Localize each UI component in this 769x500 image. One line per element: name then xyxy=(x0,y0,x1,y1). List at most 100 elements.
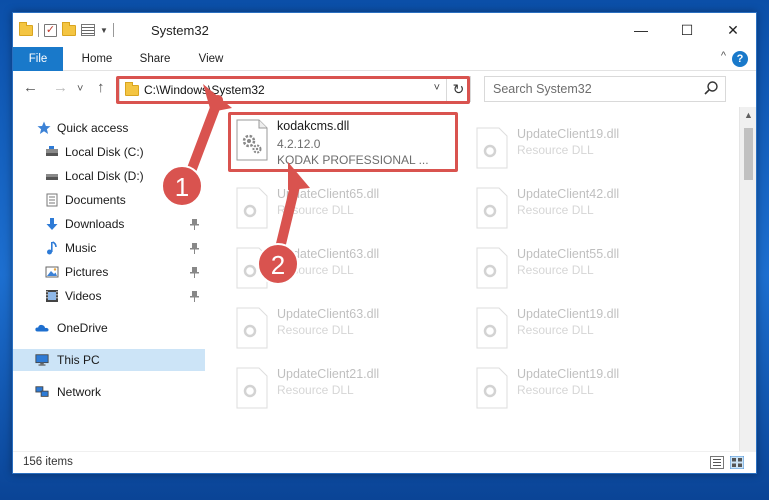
minimize-button[interactable]: — xyxy=(618,13,664,47)
drive-icon xyxy=(46,174,58,180)
file-type: Resource DLL xyxy=(517,323,594,337)
music-icon xyxy=(47,241,57,255)
help-icon[interactable]: ? xyxy=(732,51,748,67)
computer-icon xyxy=(35,354,49,366)
pin-icon[interactable] xyxy=(190,261,199,287)
sidebar-item-label: Local Disk (C:) xyxy=(65,145,144,159)
file-name: UpdateClient19.dll xyxy=(517,307,620,321)
close-button[interactable]: ✕ xyxy=(710,13,756,47)
file-item[interactable]: UpdateClient63.dll Resource DLL xyxy=(233,241,463,297)
scroll-thumb[interactable] xyxy=(744,128,753,180)
sidebar-item-onedrive[interactable]: OneDrive xyxy=(13,317,205,339)
sidebar-item-label: Pictures xyxy=(65,265,109,279)
sidebar-item-videos[interactable]: Videos xyxy=(13,285,205,307)
dll-file-icon xyxy=(476,307,508,349)
sidebar-item-downloads[interactable]: Downloads xyxy=(13,213,205,235)
toolbar-separator xyxy=(38,23,39,37)
sidebar-item-pictures[interactable]: Pictures xyxy=(13,261,205,283)
sidebar-item-local-disk-c[interactable]: Local Disk (C:) xyxy=(13,141,205,163)
search-icon[interactable] xyxy=(703,80,719,96)
file-item[interactable]: UpdateClient42.dll Resource DLL xyxy=(473,181,703,237)
file-item[interactable]: UpdateClient65.dll Resource DLL xyxy=(233,181,463,237)
ribbon-tabs: File Home Share View ^ ? xyxy=(13,47,756,71)
collapse-ribbon-icon[interactable]: ^ xyxy=(721,50,726,62)
window-controls: — ☐ ✕ xyxy=(618,13,756,47)
file-name: UpdateClient55.dll xyxy=(517,247,620,261)
tab-view[interactable]: View xyxy=(191,47,231,71)
scroll-up-icon[interactable]: ▲ xyxy=(740,107,756,124)
address-dropdown-icon[interactable]: ˅ xyxy=(434,82,440,94)
maximize-button[interactable]: ☐ xyxy=(664,13,710,47)
file-item[interactable]: UpdateClient55.dll Resource DLL xyxy=(473,241,703,297)
recent-locations-dropdown-icon[interactable]: ˅ xyxy=(77,81,83,97)
file-list: kodakcms.dll 4.2.12.0 KODAK PROFESSIONAL… xyxy=(205,107,723,453)
refresh-icon[interactable]: ↻ xyxy=(446,77,470,101)
drive-icon xyxy=(46,146,58,156)
file-name: UpdateClient63.dll xyxy=(277,247,380,261)
file-name: UpdateClient19.dll xyxy=(517,367,620,381)
customize-toolbar-dropdown-icon[interactable]: ▼ xyxy=(100,26,108,35)
properties-icon[interactable] xyxy=(81,24,95,36)
back-arrow-icon[interactable]: ← xyxy=(23,80,38,96)
documents-icon xyxy=(46,193,58,207)
tab-file[interactable]: File xyxy=(13,47,63,71)
file-name: UpdateClient19.dll xyxy=(517,127,620,141)
file-item-kodakcms[interactable]: kodakcms.dll 4.2.12.0 KODAK PROFESSIONAL… xyxy=(233,113,463,169)
details-view-icon[interactable] xyxy=(710,456,724,469)
toolbar-separator xyxy=(112,23,114,37)
sidebar-item-local-disk-d[interactable]: Local Disk (D:) xyxy=(13,165,205,187)
pin-icon[interactable] xyxy=(190,213,199,239)
navigation-bar: ← → ˅ ↑ C:\Windows\System32 ˅ ↻ xyxy=(13,71,756,107)
tab-share[interactable]: Share xyxy=(133,47,177,71)
sidebar-item-label: Downloads xyxy=(65,217,125,231)
file-item[interactable]: UpdateClient19.dll Resource DLL xyxy=(473,301,703,357)
dll-file-icon xyxy=(476,247,508,289)
star-icon xyxy=(37,121,51,134)
file-version: 4.2.12.0 xyxy=(277,137,321,151)
item-count: 156 items xyxy=(23,456,73,468)
vertical-scrollbar[interactable]: ▲ xyxy=(739,107,756,453)
file-item[interactable]: UpdateClient63.dll Resource DLL xyxy=(233,301,463,357)
file-name: UpdateClient42.dll xyxy=(517,187,620,201)
navigation-pane: Quick access Local Disk (C:) Local Disk … xyxy=(13,107,205,453)
pin-icon[interactable] xyxy=(190,237,199,263)
videos-icon xyxy=(46,290,58,302)
sidebar-item-quick-access[interactable]: Quick access xyxy=(13,117,205,139)
forward-arrow-icon[interactable]: → xyxy=(53,80,68,96)
network-icon xyxy=(35,386,49,397)
sidebar-item-network[interactable]: Network xyxy=(13,381,205,403)
tab-home[interactable]: Home xyxy=(75,47,119,71)
sidebar-item-label: Music xyxy=(65,241,97,255)
pin-icon[interactable] xyxy=(190,285,199,311)
search-input[interactable] xyxy=(485,77,695,101)
up-arrow-icon[interactable]: ↑ xyxy=(97,80,105,96)
sidebar-item-label: Local Disk (D:) xyxy=(65,169,144,183)
window-title: System32 xyxy=(151,23,209,38)
dll-file-icon xyxy=(236,367,268,409)
file-company: KODAK PROFESSIONAL ... xyxy=(277,153,429,167)
file-item[interactable]: UpdateClient19.dll Resource DLL xyxy=(473,361,703,417)
file-type: Resource DLL xyxy=(277,203,354,217)
explorer-window: ✓ ▼ System32 — ☐ ✕ File Home Share View … xyxy=(12,12,757,474)
address-bar[interactable]: C:\Windows\System32 ˅ ↻ xyxy=(119,76,471,102)
tiles-view-icon[interactable] xyxy=(730,456,744,469)
sidebar-item-music[interactable]: Music xyxy=(13,237,205,259)
search-box[interactable] xyxy=(484,76,726,102)
properties-check-icon[interactable]: ✓ xyxy=(44,23,57,37)
file-type: Resource DLL xyxy=(517,143,594,157)
file-item[interactable]: UpdateClient21.dll Resource DLL xyxy=(233,361,463,417)
file-name: UpdateClient63.dll xyxy=(277,307,380,321)
sidebar-item-label: Network xyxy=(57,385,102,399)
file-item[interactable]: UpdateClient19.dll Resource DLL xyxy=(473,121,703,177)
sidebar-item-label: Videos xyxy=(65,289,102,303)
sidebar-item-documents[interactable]: Documents xyxy=(13,189,205,211)
new-folder-icon[interactable] xyxy=(62,21,76,36)
quick-access-toolbar: ✓ ▼ xyxy=(19,21,114,37)
sidebar-item-this-pc[interactable]: This PC xyxy=(13,349,205,371)
dll-file-icon xyxy=(236,247,268,289)
dll-file-icon xyxy=(476,187,508,229)
file-type: Resource DLL xyxy=(277,263,354,277)
sidebar-item-label: OneDrive xyxy=(57,321,108,335)
file-name: UpdateClient65.dll xyxy=(277,187,380,201)
address-path[interactable]: C:\Windows\System32 xyxy=(144,83,265,97)
